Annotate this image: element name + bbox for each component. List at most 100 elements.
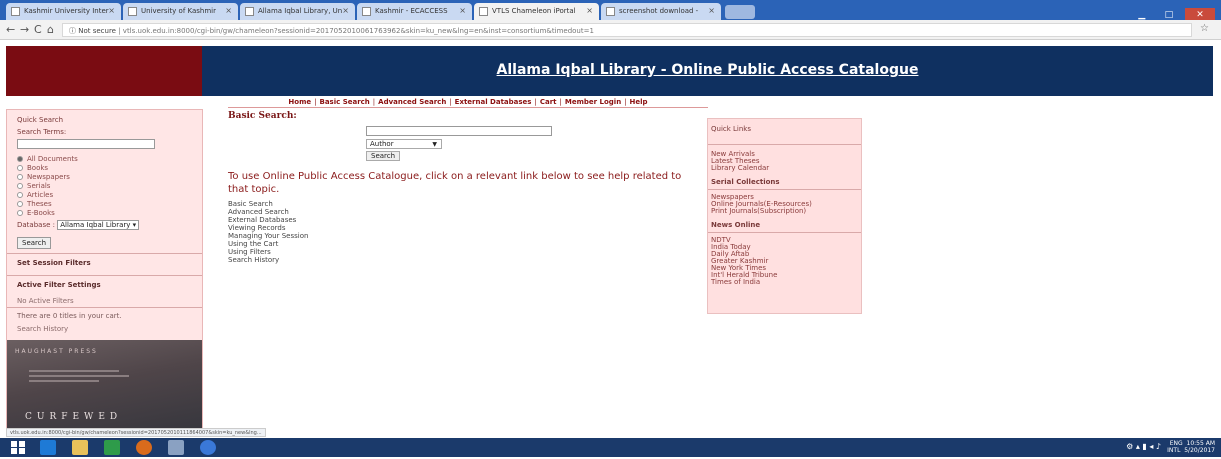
no-active-filters-text: No Active Filters [17, 297, 74, 305]
quick-link[interactable]: Times of India [711, 279, 858, 286]
menu-member-login[interactable]: Member Login [565, 98, 621, 106]
help-link[interactable]: Search History [228, 256, 308, 264]
browser-tab[interactable]: University of Kashmir × [123, 3, 238, 20]
search-type-select[interactable]: Author ▼ [366, 139, 442, 149]
quick-search-button[interactable]: Search [17, 237, 52, 249]
quick-link[interactable]: Library Calendar [711, 165, 858, 172]
radio-newspapers[interactable]: Newspapers [17, 173, 202, 182]
database-select[interactable]: Allama Iqbal Library ▾ [57, 220, 140, 230]
quick-links-heading: Quick Links [708, 119, 861, 145]
file-explorer-icon[interactable] [72, 440, 88, 455]
radio-button[interactable] [17, 174, 23, 180]
menu-basic-search[interactable]: Basic Search [319, 98, 369, 106]
browser-tab[interactable]: screenshot download - × [601, 3, 721, 20]
radio-button[interactable] [17, 201, 23, 207]
radio-button[interactable] [17, 156, 23, 162]
browser-tab-active[interactable]: VTLS Chameleon iPortal × [474, 3, 599, 20]
set-session-filters-link[interactable]: Set Session Filters [7, 253, 202, 271]
basic-search-heading: Basic Search: [228, 111, 297, 121]
radio-button[interactable] [17, 210, 23, 216]
banner-left-block [6, 46, 202, 96]
url-text: vtls.uok.edu.in:8000/cgi-bin/gw/chameleo… [122, 27, 594, 35]
new-tab-button[interactable] [725, 5, 755, 19]
menu-advanced-search[interactable]: Advanced Search [378, 98, 446, 106]
radio-button[interactable] [17, 183, 23, 189]
chevron-down-icon: ▼ [432, 141, 437, 148]
tab-label: Kashmir - ECACCESS [375, 7, 448, 15]
search-history-link[interactable]: Search History [7, 321, 202, 335]
basic-search-button[interactable]: Search [366, 151, 401, 161]
edge-browser-icon[interactable] [40, 440, 56, 455]
radio-all-documents[interactable]: All Documents [17, 155, 202, 164]
help-intro-text: To use Online Public Access Catalogue, c… [228, 171, 682, 195]
quick-search-input[interactable] [17, 139, 155, 149]
tab-label: University of Kashmir [141, 7, 216, 15]
close-icon[interactable]: × [342, 6, 349, 15]
left-sidebar: Quick Search Search Terms: All Documents… [6, 109, 203, 432]
close-icon[interactable]: × [586, 6, 593, 15]
quick-links-group: New Arrivals Latest Theses Library Calen… [708, 145, 861, 172]
quick-links-panel: Quick Links New Arrivals Latest Theses L… [707, 118, 862, 314]
window-controls: ▁ □ ✕ [1131, 2, 1215, 22]
close-icon[interactable]: × [225, 6, 232, 15]
not-secure-label: ⓘ Not secure [69, 27, 116, 35]
help-link[interactable]: Advanced Search [228, 208, 308, 216]
close-icon[interactable]: × [708, 6, 715, 15]
system-tray-icons[interactable]: ⚙ ▴ ▮ ◂ ♪ [1126, 442, 1161, 451]
tab-label: VTLS Chameleon iPortal [492, 7, 576, 15]
help-link[interactable]: Viewing Records [228, 224, 308, 232]
radio-button[interactable] [17, 165, 23, 171]
home-button[interactable]: ⌂ [47, 23, 54, 36]
radio-books[interactable]: Books [17, 164, 202, 173]
url-field[interactable]: ⓘ Not secure | vtls.uok.edu.in:8000/cgi-… [62, 23, 1192, 37]
bookmark-star-icon[interactable]: ☆ [1200, 23, 1209, 34]
quick-links-group: NDTV India Today Daily Aftab Greater Kas… [708, 233, 861, 286]
radio-e-books[interactable]: E-Books [17, 209, 202, 218]
book-cover-image[interactable]: HAUGHAST PRESS CURFEWED [7, 340, 202, 432]
clock-date: 5/20/2017 [1184, 447, 1215, 454]
radio-theses[interactable]: Theses [17, 200, 202, 209]
browser-tab[interactable]: Allama Iqbal Library, Un × [240, 3, 355, 20]
menu-help[interactable]: Help [630, 98, 648, 106]
radio-serials[interactable]: Serials [17, 182, 202, 191]
back-button[interactable]: ← [6, 23, 15, 36]
page-title[interactable]: Allama Iqbal Library - Online Public Acc… [202, 62, 1213, 78]
firefox-icon[interactable] [136, 440, 152, 455]
radio-label: All Documents [27, 155, 78, 163]
forward-button[interactable]: → [20, 23, 29, 36]
status-bar: vtls.uok.edu.in:8000/cgi-bin/gw/chameleo… [6, 428, 266, 437]
google-icon [606, 7, 615, 16]
help-link[interactable]: Using Filters [228, 248, 308, 256]
search-terms-label: Search Terms: [17, 128, 67, 136]
radio-button[interactable] [17, 192, 23, 198]
clock-time: 10:55 AM [1186, 440, 1215, 447]
help-link[interactable]: Basic Search [228, 200, 308, 208]
radio-articles[interactable]: Articles [17, 191, 202, 200]
menu-separator: | [534, 98, 537, 106]
basic-search-input[interactable] [366, 126, 552, 136]
close-icon[interactable]: × [108, 6, 115, 15]
chrome-icon[interactable] [200, 440, 216, 455]
menu-separator: | [372, 98, 376, 106]
browser-tab-strip: Kashmir University Inter × University of … [0, 0, 1221, 22]
help-link[interactable]: Using the Cart [228, 240, 308, 248]
menu-external-databases[interactable]: External Databases [455, 98, 532, 106]
reload-button[interactable]: C [34, 23, 42, 36]
close-icon[interactable]: × [459, 6, 466, 15]
menu-home[interactable]: Home [288, 98, 311, 106]
menu-cart[interactable]: Cart [540, 98, 557, 106]
page-icon [479, 7, 488, 16]
help-link[interactable]: Managing Your Session [228, 232, 308, 240]
store-app-icon[interactable] [104, 440, 120, 455]
quick-search-heading: Quick Search [17, 116, 64, 124]
active-filter-settings-heading: Active Filter Settings [7, 275, 202, 293]
book-cover-text [29, 370, 139, 382]
start-windows-icon[interactable] [10, 440, 26, 455]
browser-tab[interactable]: Kashmir University Inter × [6, 3, 121, 20]
system-clock[interactable]: ENG 10:55 AM INTL 5/20/2017 [1167, 440, 1215, 454]
database-row: Database : Allama Iqbal Library ▾ [7, 218, 202, 230]
quick-link[interactable]: Print Journals(Subscription) [711, 208, 858, 215]
help-link[interactable]: External Databases [228, 216, 308, 224]
photos-app-icon[interactable] [168, 440, 184, 455]
browser-tab[interactable]: Kashmir - ECACCESS × [357, 3, 472, 20]
